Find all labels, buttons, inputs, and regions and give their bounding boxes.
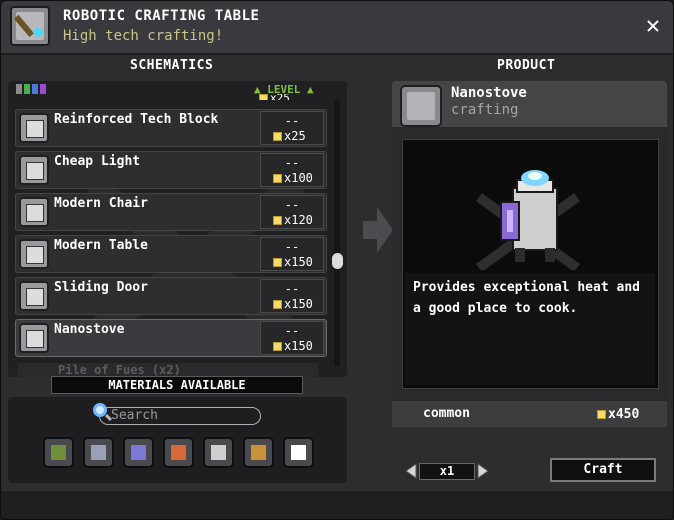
weapons-icon: [131, 445, 146, 460]
product-heading: PRODUCT: [497, 58, 556, 73]
crafting-window: ROBOTIC CRAFTING TABLE High tech craftin…: [0, 0, 674, 520]
pixel-icon: [273, 300, 282, 309]
schematic-row[interactable]: Modern Table -- x150: [15, 235, 327, 273]
blocks-filter[interactable]: [43, 437, 74, 468]
consumables-icon: [171, 445, 186, 460]
schematic-level: --: [284, 156, 300, 170]
product-rarity: common: [423, 406, 470, 421]
pixel-icon: [259, 94, 268, 100]
nanostove-icon: [400, 85, 442, 127]
search-icon: [93, 403, 107, 417]
schematic-row[interactable]: Nanostove -- x150: [15, 319, 327, 357]
schematic-level-cost: -- x150: [260, 321, 324, 355]
schematic-row[interactable]: Modern Chair -- x120: [15, 193, 327, 231]
misc-filter[interactable]: [283, 437, 314, 468]
rarity-filter[interactable]: [16, 84, 46, 94]
tools-filter[interactable]: [203, 437, 234, 468]
schematic-level-cost: -- x150: [260, 279, 324, 313]
window-footer: [1, 491, 673, 519]
schematic-row[interactable]: Cheap Light -- x100: [15, 151, 327, 189]
schematics-scrollbar[interactable]: [334, 99, 340, 367]
product-category: crafting: [451, 102, 519, 118]
increase-quantity-button[interactable]: [477, 463, 489, 479]
schematic-level-cost: -- x100: [260, 153, 324, 187]
decrease-quantity-button[interactable]: [405, 463, 417, 479]
schematic-price: x150: [273, 297, 313, 311]
pixel-icon: [273, 216, 282, 225]
schematic-name: Modern Chair: [54, 196, 148, 211]
door-icon: [19, 281, 49, 311]
schematic-row[interactable]: Sliding Door -- x150: [15, 277, 327, 315]
schematic-level: --: [284, 114, 300, 128]
schematic-price: x150: [273, 339, 313, 353]
schematic-price: x120: [273, 213, 313, 227]
schematic-name: Reinforced Tech Block: [54, 112, 219, 127]
schematic-level: --: [284, 324, 300, 338]
rarity-legendary-swatch[interactable]: [40, 84, 46, 94]
window-title: ROBOTIC CRAFTING TABLE: [63, 8, 260, 24]
schematic-level: --: [284, 240, 300, 254]
schematic-price: x100: [273, 171, 313, 185]
schematic-price: x150: [273, 255, 313, 269]
light-icon: [19, 155, 49, 185]
pixel-icon: [273, 258, 282, 267]
schematic-level-cost: -- x150: [260, 237, 324, 271]
product-name: Nanostove: [451, 85, 527, 101]
pixel-icon: [273, 174, 282, 183]
schematic-name: Cheap Light: [54, 154, 141, 169]
craft-button[interactable]: Craft: [550, 458, 656, 482]
partial-row-price: x25: [259, 94, 323, 100]
search-placeholder: Search: [111, 408, 158, 423]
partial-item-label: Pile of Fues (x2): [58, 363, 181, 377]
blocks-icon: [51, 445, 66, 460]
armor-filter[interactable]: [83, 437, 114, 468]
pixel-icon: [597, 410, 606, 419]
rarity-rare-swatch[interactable]: [32, 84, 38, 94]
consumables-filter[interactable]: [163, 437, 194, 468]
title-bar: ROBOTIC CRAFTING TABLE High tech craftin…: [1, 1, 673, 55]
tools-icon: [211, 445, 226, 460]
stove-icon: [19, 323, 49, 353]
tech-block-icon: [19, 113, 49, 143]
crafting-table-icon: [10, 6, 50, 46]
schematic-level: --: [284, 282, 300, 296]
schematic-name: Sliding Door: [54, 280, 148, 295]
schematic-level-cost: -- x120: [260, 195, 324, 229]
partial-list-item[interactable]: Pile of Fues (x2): [18, 363, 318, 377]
arrow-right-icon: [363, 207, 393, 253]
schematics-list: ▲ LEVEL ▲ x25 Reinforced Tech Block--x25…: [8, 81, 347, 377]
pixel-icon: [273, 132, 282, 141]
pixel-icon: [273, 342, 282, 351]
materials-available-toggle[interactable]: MATERIALS AVAILABLE: [51, 376, 303, 394]
schematic-name: Modern Table: [54, 238, 148, 253]
furniture-icon: [251, 445, 266, 460]
schematic-row[interactable]: Reinforced Tech Block -- x25: [15, 109, 327, 147]
weapons-filter[interactable]: [123, 437, 154, 468]
window-subtitle: High tech crafting!: [63, 28, 224, 44]
schematic-name: Nanostove: [54, 322, 125, 337]
rarity-uncommon-swatch[interactable]: [24, 84, 30, 94]
schematic-price: x25: [273, 129, 306, 143]
close-button[interactable]: ✕: [641, 13, 665, 37]
table-icon: [19, 239, 49, 269]
product-price: x450: [597, 407, 639, 422]
armor-icon: [91, 445, 106, 460]
schematic-level-cost: -- x25: [260, 111, 324, 145]
misc-icon: [291, 445, 306, 460]
quantity-field[interactable]: x1: [419, 463, 475, 480]
scrollbar-thumb[interactable]: [332, 253, 343, 269]
schematics-heading: SCHEMATICS: [130, 58, 214, 73]
rarity-common-swatch[interactable]: [16, 84, 22, 94]
schematic-level: --: [284, 198, 300, 212]
furniture-filter[interactable]: [243, 437, 274, 468]
chair-icon: [19, 197, 49, 227]
nanostove-preview-icon: [476, 170, 580, 270]
product-description: Provides exceptional heat and a good pla…: [413, 280, 640, 316]
